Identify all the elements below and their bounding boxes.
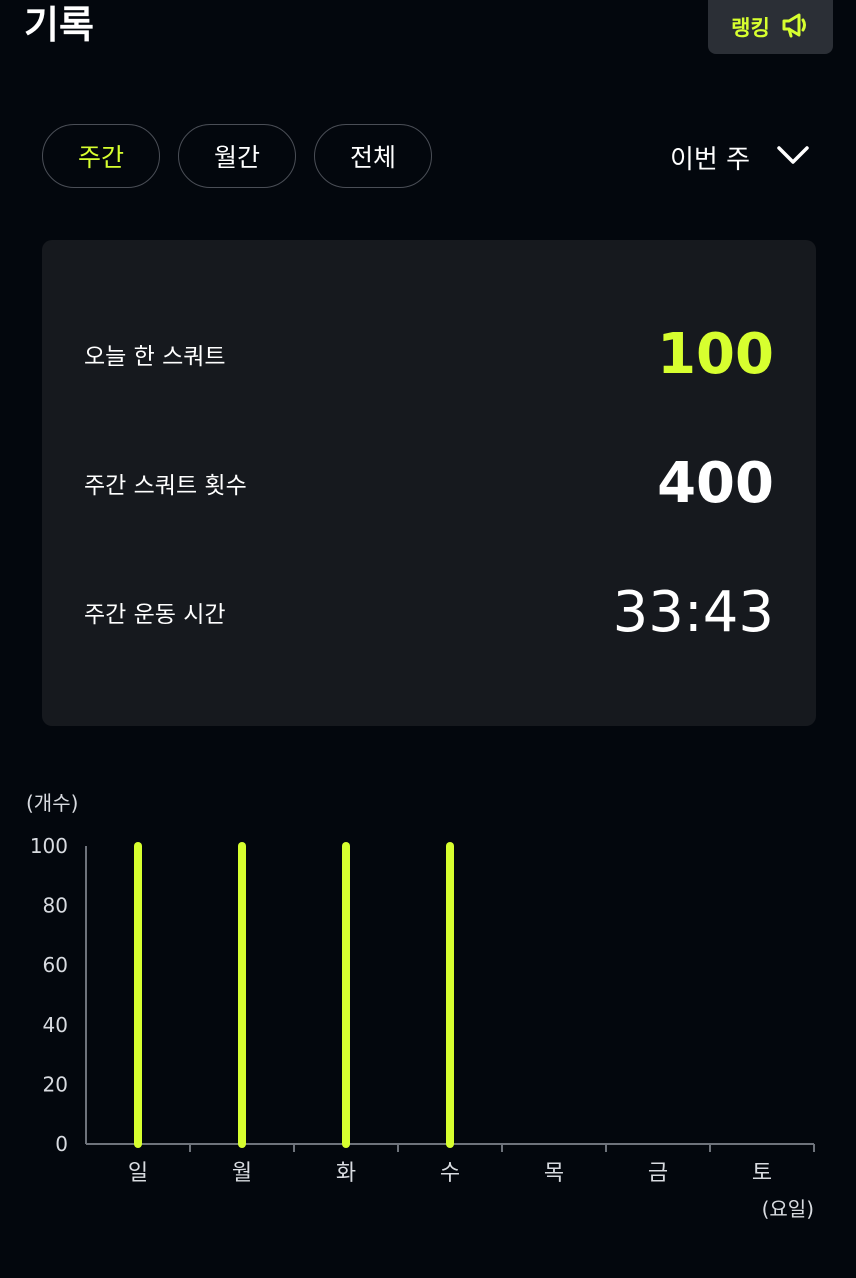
megaphone-icon <box>780 10 810 44</box>
stat-value-today: 100 <box>657 321 774 387</box>
y-tick-label-80: 80 <box>43 894 68 918</box>
ranking-label: 랭킹 <box>731 16 770 40</box>
x-tick-label-0: 일 <box>128 1161 148 1186</box>
y-axis-label: (개수) <box>26 791 78 815</box>
period-select[interactable]: 이번 주 <box>670 130 810 184</box>
y-tick-label-40: 40 <box>43 1013 68 1037</box>
ranking-button[interactable]: 랭킹 <box>708 0 833 54</box>
stat-label-weekly-count: 주간 스쿼트 횟수 <box>84 473 247 499</box>
period-select-label: 이번 주 <box>669 144 750 175</box>
stat-row-weekly-time: 주간 운동 시간 33:43 <box>84 572 774 652</box>
weekly-squat-chart: (개수) 0 20 40 60 80 100 일 월 화 수 목 금 토 (요일) <box>26 791 815 1221</box>
stat-value-weekly-time: 33:43 <box>612 579 774 645</box>
y-tick-label-100: 100 <box>30 834 68 858</box>
chevron-down-icon <box>776 142 810 172</box>
x-tick-label-4: 목 <box>544 1161 564 1186</box>
tab-all[interactable]: 전체 <box>314 124 432 188</box>
y-tick-label-0: 0 <box>55 1132 68 1156</box>
x-tick-label-1: 월 <box>232 1161 252 1186</box>
stat-label-today: 오늘 한 스쿼트 <box>84 344 226 370</box>
stat-label-weekly-time: 주간 운동 시간 <box>84 602 226 628</box>
x-tick-label-2: 화 <box>336 1161 356 1186</box>
x-tick-label-3: 수 <box>440 1161 460 1186</box>
page-title: 기록 <box>24 3 94 47</box>
y-tick-label-20: 20 <box>43 1072 68 1096</box>
stats-card: 오늘 한 스쿼트 100 주간 스쿼트 횟수 400 주간 운동 시간 33:4… <box>42 240 816 726</box>
stat-row-weekly-count: 주간 스쿼트 횟수 400 <box>84 443 774 523</box>
x-tick-label-6: 토 <box>752 1161 772 1186</box>
tab-monthly[interactable]: 월간 <box>178 124 296 188</box>
x-axis-label: (요일) <box>762 1197 814 1221</box>
stat-value-weekly-count: 400 <box>657 450 774 516</box>
tab-weekly[interactable]: 주간 <box>42 124 160 188</box>
x-tick-label-5: 금 <box>648 1161 668 1186</box>
y-tick-label-60: 60 <box>43 953 68 977</box>
stat-row-today: 오늘 한 스쿼트 100 <box>84 314 774 394</box>
period-tabs: 주간 월간 전체 <box>42 124 432 188</box>
